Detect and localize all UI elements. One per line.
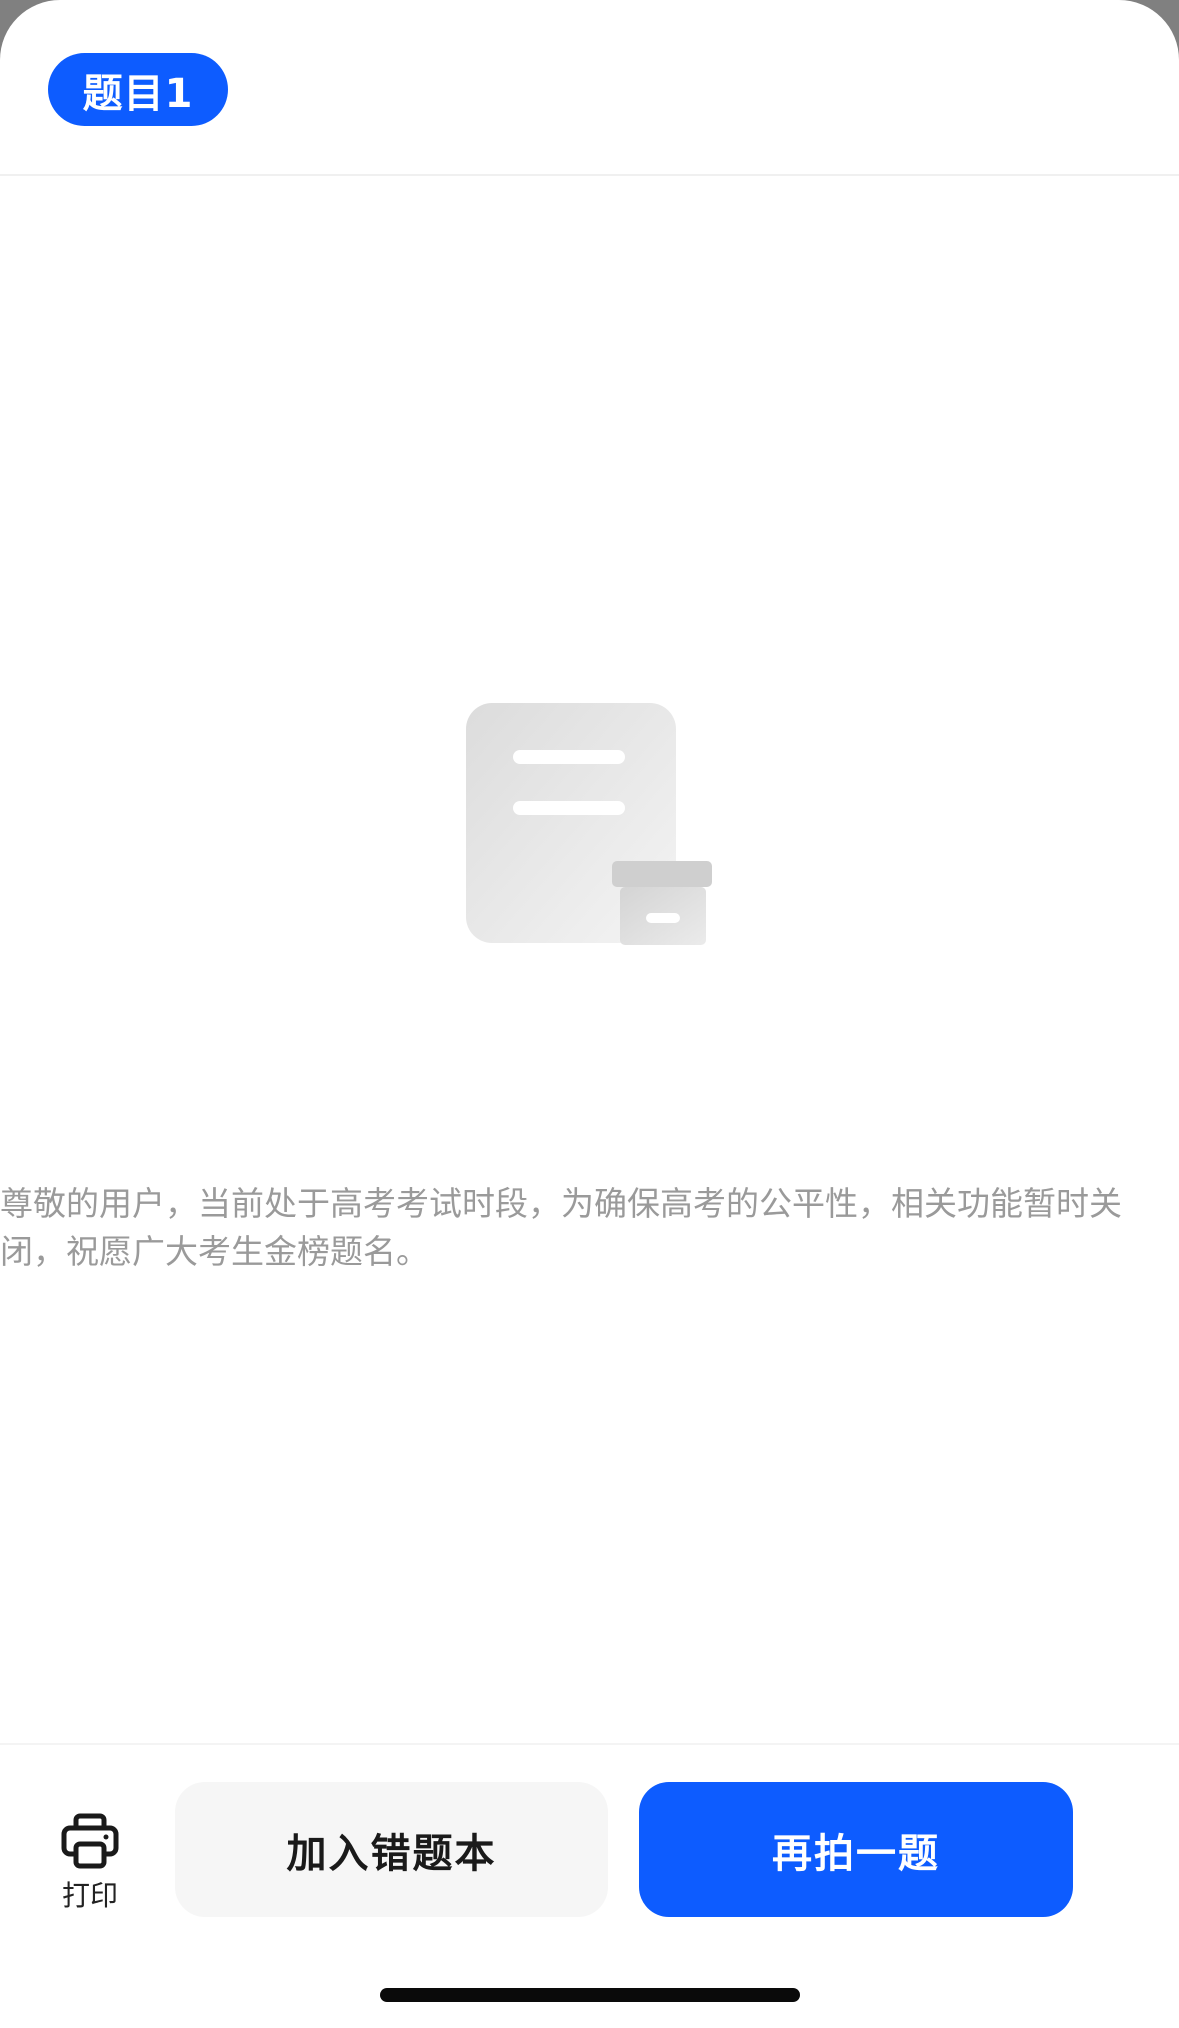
toolbar-divider (0, 1743, 1179, 1745)
tab-question-1[interactable]: 题目1 (48, 53, 228, 126)
exam-period-notice: 尊敬的用户，当前处于高考考试时段，为确保高考的公平性，相关功能暂时关闭，祝愿广大… (0, 1184, 1122, 1271)
home-indicator[interactable] (380, 1988, 800, 2002)
bottom-sheet: 题目1 尊敬的用户，当前处于高考考试时段，为确保高考的公平性，相关功能暂时关闭，… (0, 0, 1179, 2028)
print-button[interactable]: 打印 (40, 1812, 140, 1920)
document-archive-icon (466, 703, 712, 945)
retake-photo-button[interactable]: 再拍一题 (639, 1782, 1073, 1917)
printer-icon (61, 1813, 119, 1869)
sheet-header: 题目1 (0, 0, 1179, 176)
print-label: 打印 (61, 1879, 118, 1912)
add-to-mistake-book-button[interactable]: 加入错题本 (175, 1782, 608, 1917)
